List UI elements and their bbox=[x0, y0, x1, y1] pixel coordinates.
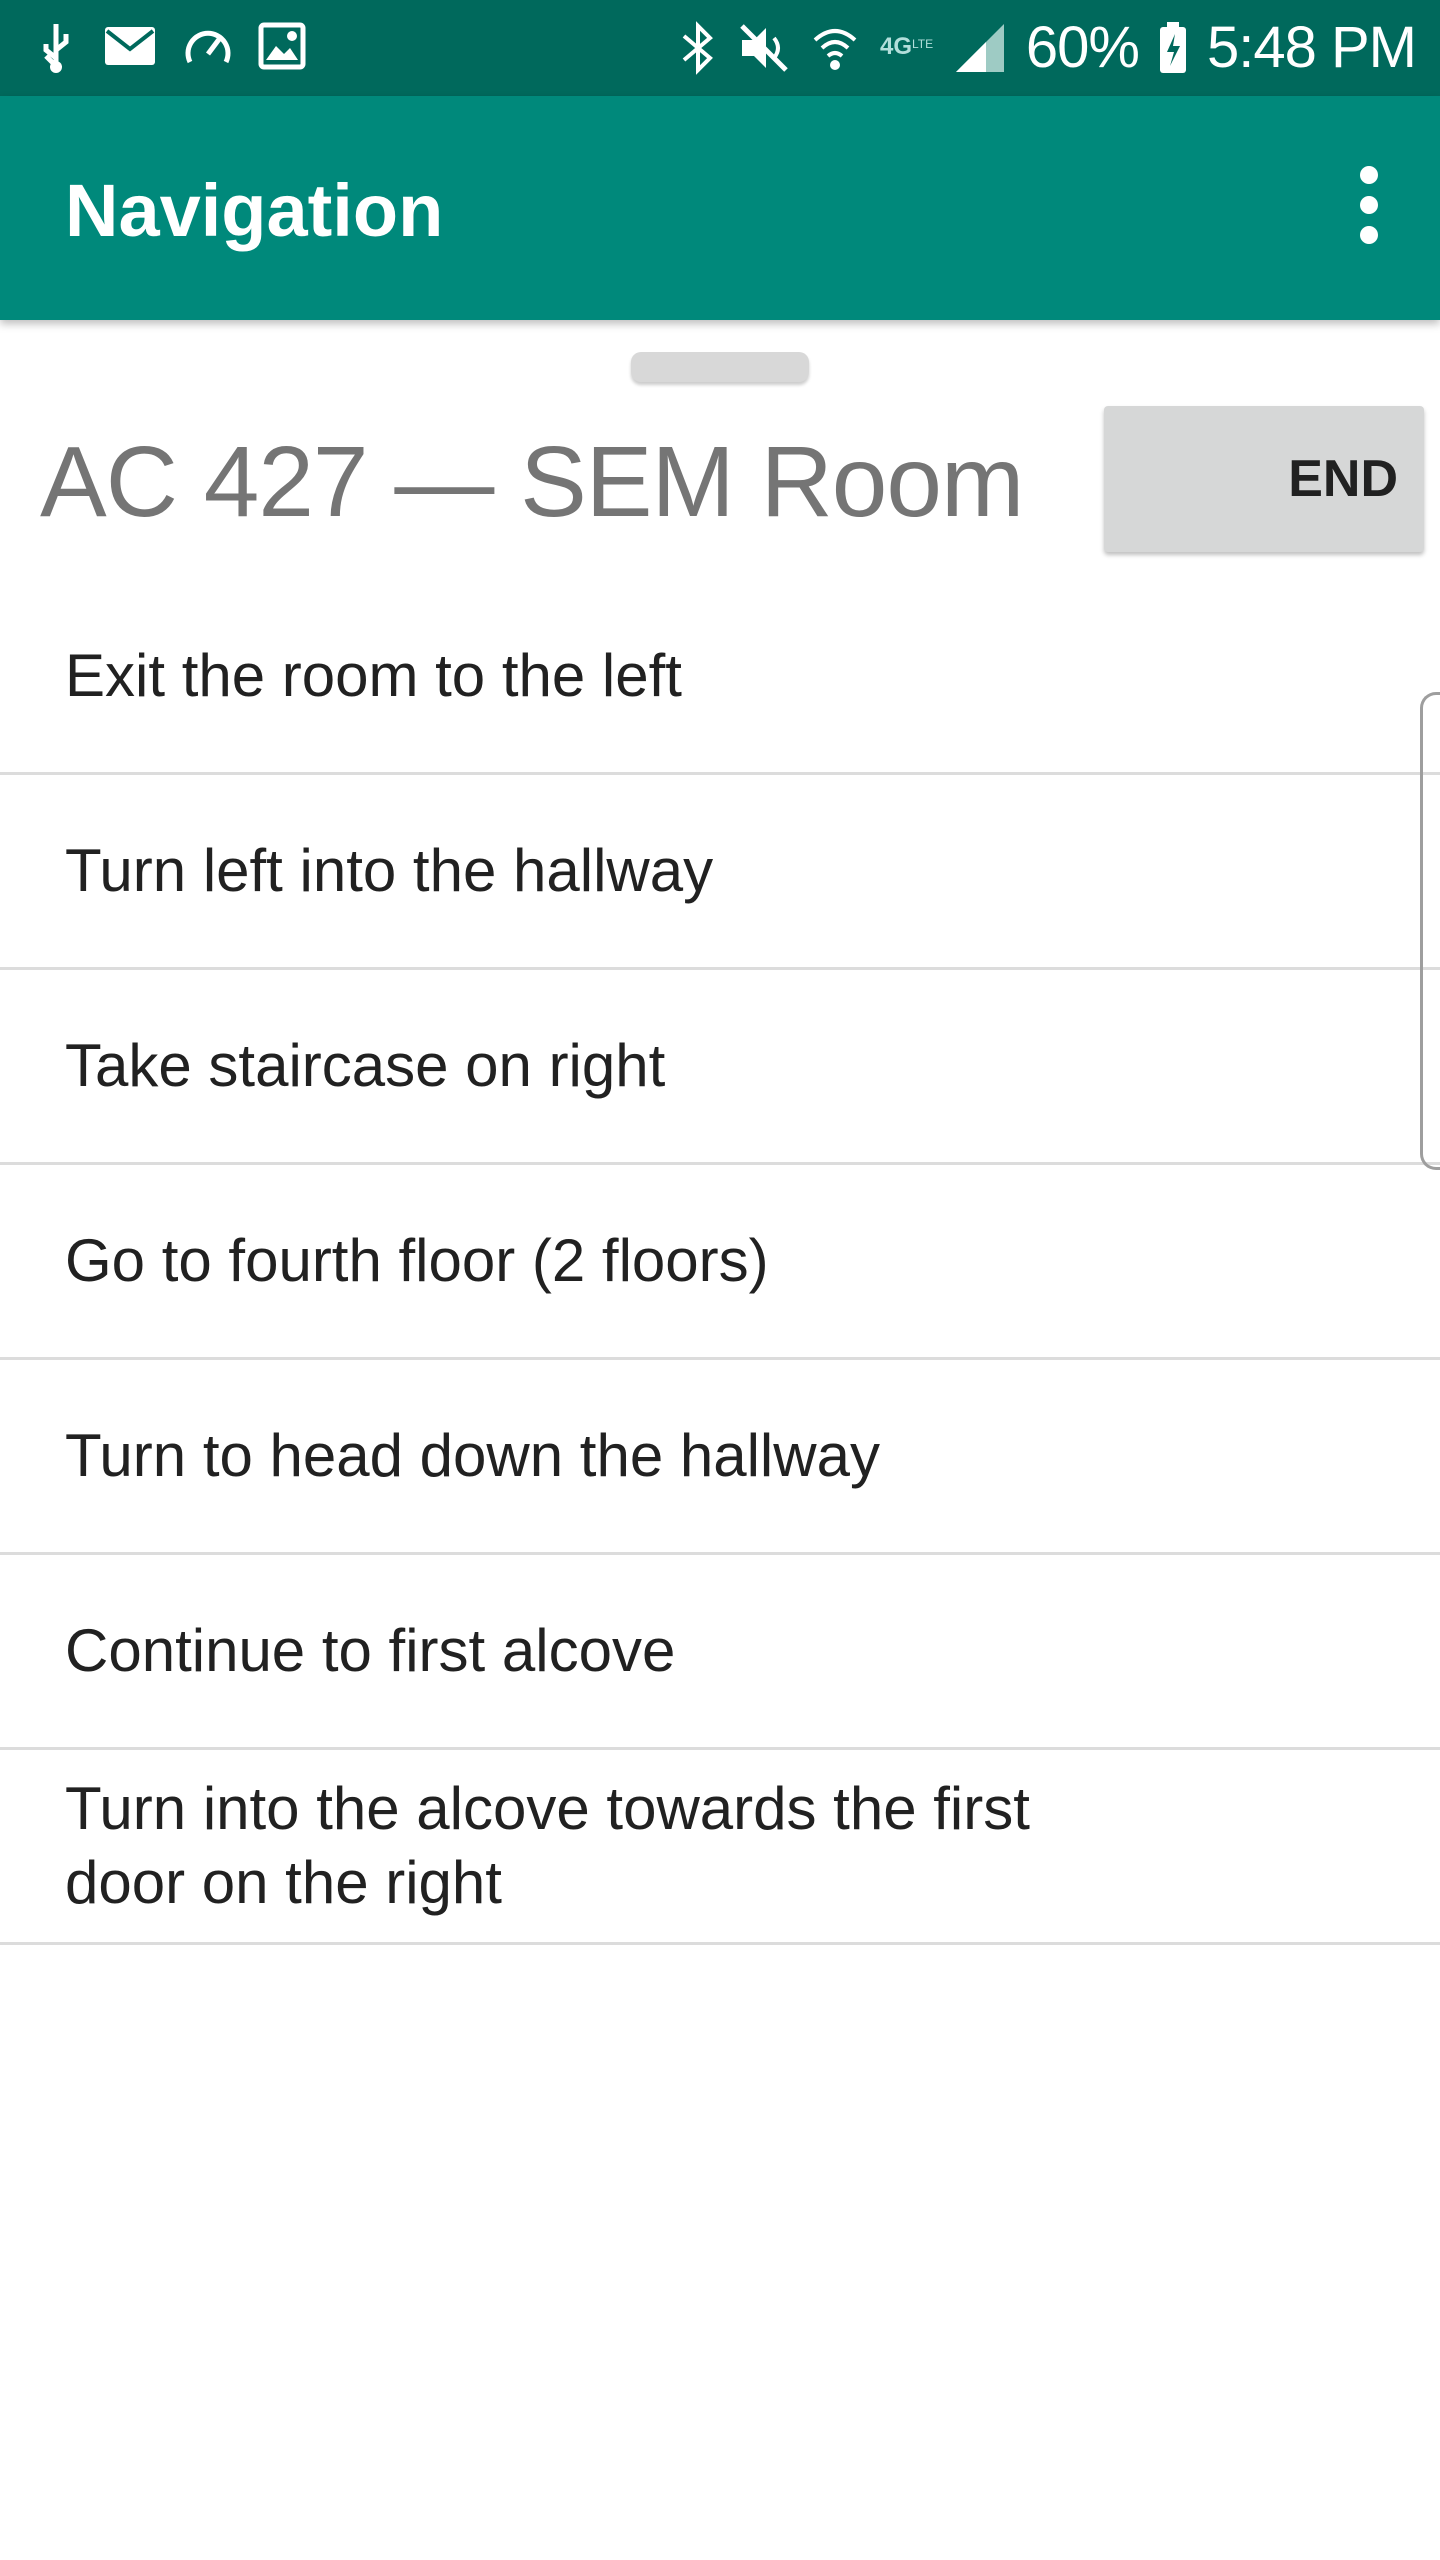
usb-icon bbox=[43, 24, 69, 73]
step-text: Turn into the alcove towards the first d… bbox=[65, 1775, 1030, 1916]
lte-icon: 4G LTE bbox=[880, 33, 933, 60]
status-right-icons: 4G LTE 60% 5:48 PM bbox=[678, 14, 1417, 81]
signal-icon bbox=[955, 23, 1004, 72]
app-title: Navigation bbox=[65, 169, 444, 252]
battery-icon bbox=[1160, 21, 1186, 73]
end-button[interactable]: END bbox=[1104, 406, 1424, 552]
speed-icon bbox=[185, 30, 231, 64]
list-item[interactable]: Take staircase on right bbox=[0, 970, 1440, 1165]
list-item[interactable]: Exit the room to the left bbox=[0, 580, 1440, 775]
directions-list: Exit the room to the left Turn left into… bbox=[0, 580, 1440, 1945]
mail-icon bbox=[105, 27, 155, 65]
clock: 5:48 PM bbox=[1207, 15, 1417, 80]
bluetooth-icon bbox=[682, 20, 713, 75]
status-bar: 4G LTE 60% 5:48 PM bbox=[0, 0, 1440, 96]
step-text: Continue to first alcove bbox=[65, 1617, 676, 1684]
list-item[interactable]: Continue to first alcove bbox=[0, 1555, 1440, 1750]
svg-text:LTE: LTE bbox=[912, 37, 933, 51]
edge-panel-handle[interactable] bbox=[1420, 692, 1440, 1170]
step-text: Take staircase on right bbox=[65, 1032, 666, 1099]
step-text: Turn to head down the hallway bbox=[65, 1422, 880, 1489]
step-text: Turn left into the hallway bbox=[65, 837, 714, 904]
battery-percent: 60% bbox=[1025, 15, 1140, 80]
step-text: Go to fourth floor (2 floors) bbox=[65, 1227, 769, 1294]
more-vert-icon[interactable] bbox=[1324, 160, 1414, 250]
image-icon bbox=[258, 22, 306, 70]
list-item[interactable]: Turn to head down the hallway bbox=[0, 1360, 1440, 1555]
list-item[interactable]: Turn into the alcove towards the first d… bbox=[0, 1750, 1440, 1945]
list-item[interactable]: Turn left into the hallway bbox=[0, 775, 1440, 970]
wifi-icon bbox=[813, 28, 857, 70]
list-item[interactable]: Go to fourth floor (2 floors) bbox=[0, 1165, 1440, 1360]
status-left-icons bbox=[34, 22, 306, 74]
mute-icon bbox=[740, 23, 788, 72]
drag-handle[interactable] bbox=[631, 352, 809, 382]
svg-text:4G: 4G bbox=[880, 33, 912, 60]
destination-title: AC 427 — SEM Room bbox=[40, 426, 1024, 538]
step-text: Exit the room to the left bbox=[65, 642, 682, 709]
app-bar: Navigation bbox=[0, 96, 1440, 320]
